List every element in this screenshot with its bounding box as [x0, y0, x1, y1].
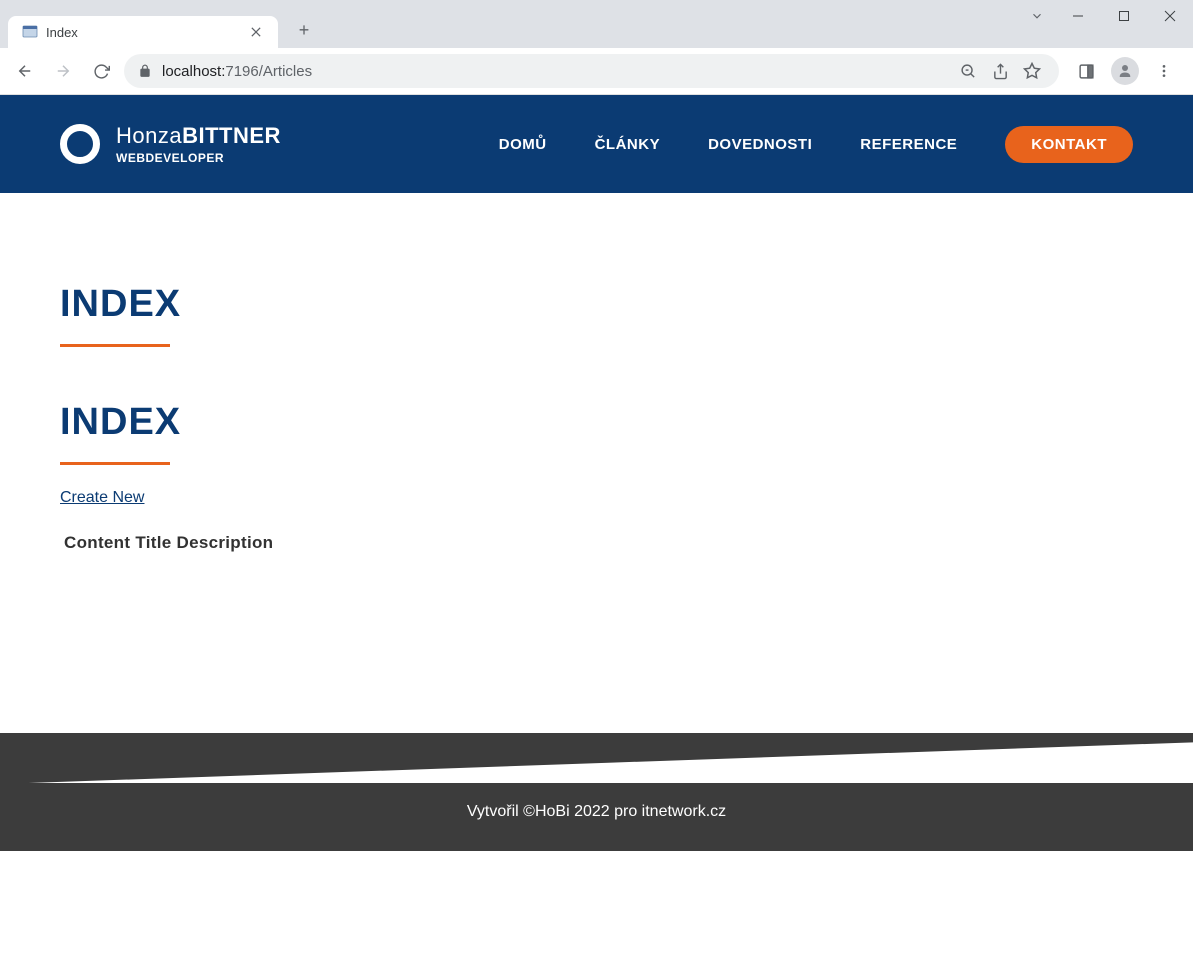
site-footer: Vytvořil ©HoBi 2022 pro itnetwork.cz: [0, 783, 1193, 851]
nav-references[interactable]: REFERENCE: [860, 136, 957, 153]
footer-text: Vytvořil ©HoBi 2022 pro itnetwork.cz: [467, 803, 726, 820]
side-panel-icon[interactable]: [1073, 58, 1099, 84]
logo-circle-icon: [60, 124, 100, 164]
nav-home[interactable]: DOMŮ: [499, 136, 547, 153]
section-title: INDEX: [60, 401, 1133, 444]
close-window-button[interactable]: [1147, 0, 1193, 32]
table-col-content: Content: [64, 533, 130, 552]
address-bar-actions: [959, 62, 1045, 80]
tab-title: Index: [46, 25, 240, 40]
footer-wrap: Vytvořil ©HoBi 2022 pro itnetwork.cz: [0, 733, 1193, 851]
address-bar[interactable]: localhost:7196/Articles: [124, 54, 1059, 88]
back-button[interactable]: [10, 56, 40, 86]
footer-diagonal: [0, 733, 1193, 783]
main-content: INDEX INDEX Create New Content Title Des…: [0, 193, 1193, 733]
table-col-title: Title: [135, 533, 171, 552]
maximize-button[interactable]: [1101, 0, 1147, 32]
url-text: localhost:7196/Articles: [162, 63, 312, 80]
nav-contact[interactable]: KONTAKT: [1005, 126, 1133, 163]
nav-articles[interactable]: ČLÁNKY: [595, 136, 661, 153]
site-header: HonzaBITTNER WEBDEVELOPER DOMŮ ČLÁNKY DO…: [0, 95, 1193, 193]
forward-button: [48, 56, 78, 86]
bookmark-icon[interactable]: [1023, 62, 1041, 80]
page-title: INDEX: [60, 283, 1133, 326]
logo[interactable]: HonzaBITTNER WEBDEVELOPER: [60, 123, 281, 165]
title-underline: [60, 344, 170, 347]
tab-search-icon[interactable]: [1019, 0, 1055, 32]
toolbar-right: [1067, 57, 1183, 85]
profile-avatar[interactable]: [1111, 57, 1139, 85]
tab-bar: Index +: [0, 0, 1193, 48]
table-header-row: Content Title Description: [60, 533, 1133, 553]
browser-toolbar: localhost:7196/Articles: [0, 48, 1193, 95]
zoom-icon[interactable]: [959, 62, 977, 80]
minimize-button[interactable]: [1055, 0, 1101, 32]
nav-skills[interactable]: DOVEDNOSTI: [708, 136, 812, 153]
section-underline: [60, 462, 170, 465]
table-col-description: Description: [177, 533, 274, 552]
lock-icon: [138, 64, 152, 78]
window-controls: [1019, 0, 1193, 32]
main-nav: DOMŮ ČLÁNKY DOVEDNOSTI REFERENCE KONTAKT: [499, 126, 1133, 163]
create-new-link[interactable]: Create New: [60, 489, 144, 507]
browser-chrome: Index + localhost:7196/Articles: [0, 0, 1193, 95]
close-tab-icon[interactable]: [248, 24, 264, 40]
logo-text: HonzaBITTNER WEBDEVELOPER: [116, 123, 281, 165]
new-tab-button[interactable]: +: [290, 16, 318, 44]
browser-tab[interactable]: Index: [8, 16, 278, 48]
favicon-icon: [22, 24, 38, 40]
reload-button[interactable]: [86, 56, 116, 86]
menu-icon[interactable]: [1151, 58, 1177, 84]
share-icon[interactable]: [991, 62, 1009, 80]
